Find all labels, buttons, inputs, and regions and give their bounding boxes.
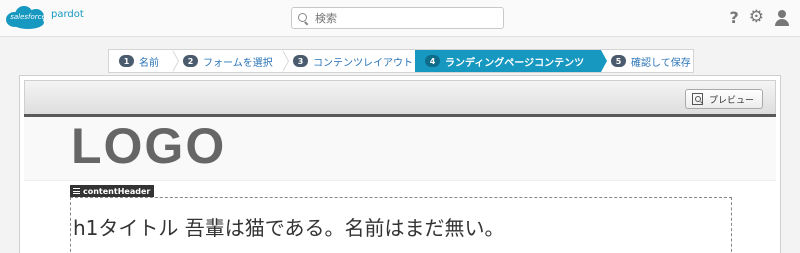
editor-toolbar: プレビュー [24,80,776,114]
region-list-icon [73,188,80,194]
gear-icon[interactable]: ⚙ [749,9,764,26]
editable-region-tag[interactable]: contentHeader [70,185,155,197]
salesforce-cloud-icon: salesforce [6,5,48,31]
top-bar: salesforce pardot ? ⚙ [0,0,800,37]
page-logo: LOGO [71,118,227,174]
search-input[interactable] [315,11,495,25]
step-chevron [172,50,179,72]
preview-button[interactable]: プレビュー [684,89,763,109]
step-label: コンテンツレイアウト [313,57,413,69]
content-header-region[interactable]: h1タイトル 吾輩は猫である。名前はまだ無い。 [70,197,732,253]
wizard-step-name[interactable]: 1 名前 [109,50,179,72]
header-actions: ? ⚙ [729,8,790,27]
search-icon [298,12,309,24]
step-number: 2 [183,55,198,67]
content-editor-panel: プレビュー LOGO contentHeader h1タイトル 吾輩は猫である。… [19,75,781,253]
step-label: 名前 [139,57,159,69]
step-number: 3 [293,55,308,67]
preview-icon [691,93,703,105]
help-icon[interactable]: ? [729,8,738,27]
region-name: contentHeader [83,186,151,196]
landing-page-header: LOGO [24,117,776,181]
wizard-step-confirm-save[interactable]: 5 確認して保存 [601,50,693,72]
search-box[interactable] [291,7,504,29]
step-label: 確認して保存 [631,57,691,69]
step-chevron [282,50,289,72]
wizard-steps: 1 名前 2 フォームを選択 3 コンテンツレイアウト 4 ランディングページコ… [108,49,694,73]
user-icon[interactable] [774,9,790,26]
wizard-step-select-form[interactable]: 2 フォームを選択 [173,50,289,72]
salesforce-pardot-logo[interactable]: salesforce pardot [6,4,84,32]
step-label: フォームを選択 [203,57,273,69]
step-chevron [601,50,607,72]
step-label: ランディングページコンテンツ [445,57,585,69]
wizard-step-content-layout[interactable]: 3 コンテンツレイアウト [283,50,415,72]
step-number: 1 [119,55,134,67]
step-number: 5 [611,55,626,67]
preview-label: プレビュー [708,95,754,106]
page-heading: h1タイトル 吾輩は猫である。名前はまだ無い。 [73,216,505,240]
salesforce-logo-text: salesforce [10,13,46,21]
pardot-logo-text: pardot [51,8,84,20]
step-number: 4 [425,55,440,67]
wizard-step-landing-page-content[interactable]: 4 ランディングページコンテンツ [415,50,607,72]
